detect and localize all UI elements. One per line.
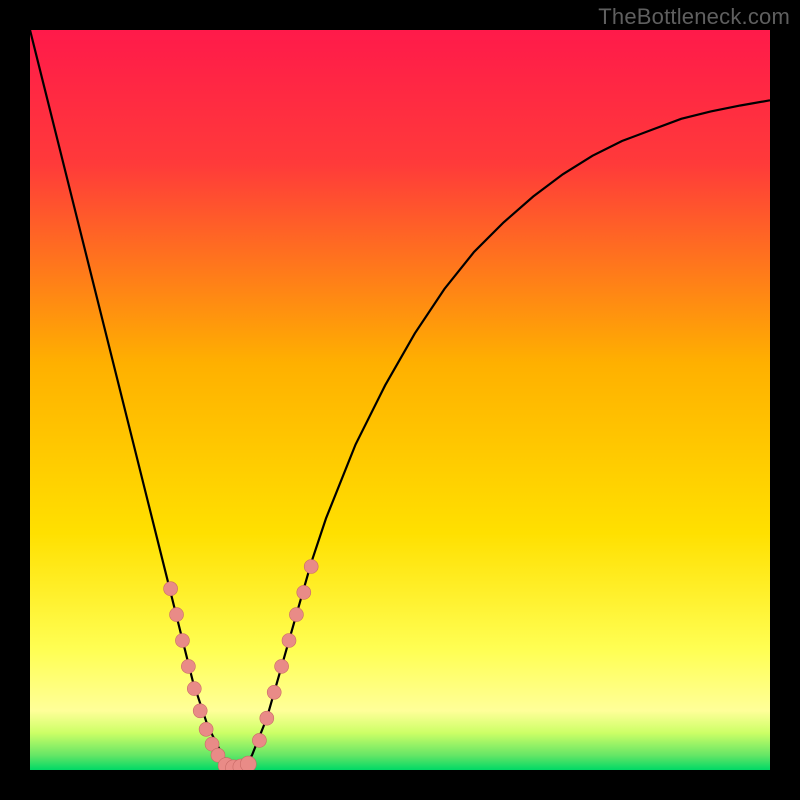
data-marker [193, 704, 207, 718]
data-marker [164, 582, 178, 596]
data-marker [187, 682, 201, 696]
data-marker [304, 560, 318, 574]
plot-area [30, 30, 770, 770]
data-marker [267, 685, 281, 699]
data-marker [289, 608, 303, 622]
data-marker [260, 711, 274, 725]
data-marker [297, 585, 311, 599]
data-marker [175, 634, 189, 648]
data-marker [282, 634, 296, 648]
data-marker [240, 756, 256, 770]
chart-frame: TheBottleneck.com [0, 0, 800, 800]
data-marker [170, 608, 184, 622]
bottleneck-chart [30, 30, 770, 770]
attribution-label: TheBottleneck.com [598, 4, 790, 30]
data-marker [252, 733, 266, 747]
data-marker [181, 659, 195, 673]
data-marker [275, 659, 289, 673]
gradient-background [30, 30, 770, 770]
data-marker [199, 722, 213, 736]
